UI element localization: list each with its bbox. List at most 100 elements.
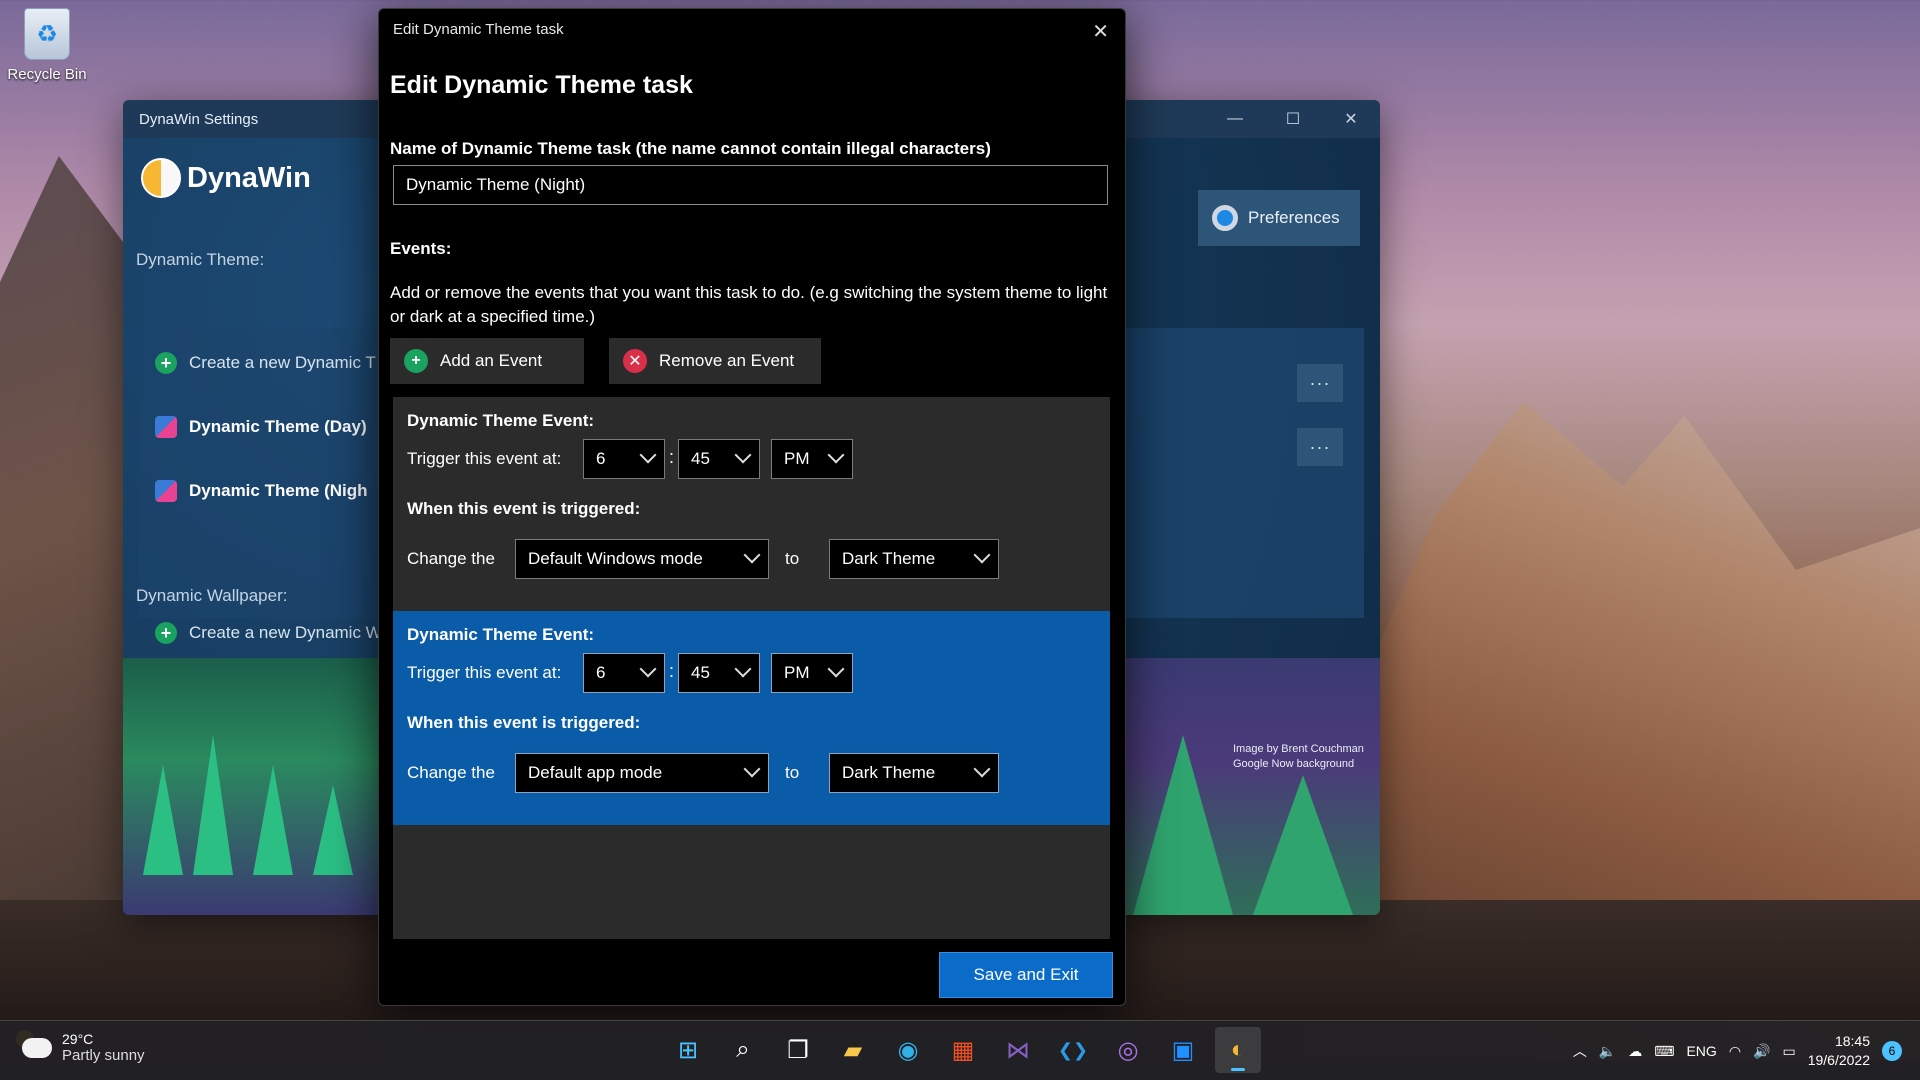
notification-badge[interactable]: 6 — [1882, 1041, 1902, 1061]
recycle-bin[interactable]: ♻ Recycle Bin — [6, 8, 88, 83]
taskbar-apps: ⊞ ⌕ ❐ ▰ ◉ ▦ ⋈ ❮❯ ◎ ▣ ◐ — [665, 1027, 1261, 1073]
plus-icon: + — [155, 622, 177, 644]
trigger-label: Trigger this event at: — [407, 663, 562, 682]
change-label: Change the — [407, 763, 495, 782]
preferences-label: Preferences — [1248, 208, 1340, 227]
more-options-button-day[interactable]: ··· — [1297, 364, 1343, 402]
to-label: to — [785, 549, 800, 568]
task-name-input[interactable] — [393, 165, 1108, 205]
chevron-down-icon — [639, 446, 657, 464]
dialog-titlebar: Edit Dynamic Theme task — [379, 9, 1125, 49]
to-label: to — [785, 763, 800, 782]
preferences-button[interactable]: Preferences — [1198, 190, 1360, 246]
clock-date: 19/6/2022 — [1807, 1052, 1870, 1068]
theme-item-night[interactable]: Dynamic Theme (Nigh — [155, 480, 368, 502]
chevron-down-icon — [973, 760, 991, 778]
event-item[interactable]: Dynamic Theme Event: Trigger this event … — [393, 397, 1110, 611]
clock-time: 18:45 — [1834, 1033, 1870, 1049]
events-list: Dynamic Theme Event: Trigger this event … — [393, 397, 1110, 939]
tree-shape — [313, 785, 353, 875]
github-icon[interactable]: ◎ — [1105, 1027, 1151, 1073]
search-icon[interactable]: ⌕ — [720, 1027, 766, 1073]
wallpaper-preview-right — [1123, 658, 1380, 915]
store-icon[interactable]: ▦ — [940, 1027, 986, 1073]
add-event-button[interactable]: + Add an Event — [390, 338, 584, 384]
keyboard-icon[interactable]: ⌨ — [1654, 1043, 1674, 1060]
maximize-button[interactable]: ☐ — [1264, 100, 1322, 138]
dynamic-wallpaper-label: Dynamic Wallpaper: — [136, 586, 288, 605]
more-options-button-night[interactable]: ··· — [1297, 428, 1343, 466]
remove-event-button[interactable]: ✕ Remove an Event — [609, 338, 821, 384]
event-title: Dynamic Theme Event: — [407, 625, 595, 644]
tree-shape — [1133, 735, 1233, 915]
mode-select[interactable]: Default app mode — [515, 753, 769, 793]
change-label: Change the — [407, 549, 495, 568]
minute-value: 45 — [691, 663, 710, 682]
hour-value: 6 — [596, 663, 606, 682]
save-and-exit-button[interactable]: Save and Exit — [939, 952, 1113, 998]
events-label: Events: — [390, 239, 452, 258]
chevron-up-icon[interactable]: ︿ — [1573, 1041, 1587, 1061]
dialog-window-title: Edit Dynamic Theme task — [393, 20, 564, 38]
app-icon[interactable]: ▣ — [1160, 1027, 1206, 1073]
vscode-icon[interactable]: ❮❯ — [1050, 1027, 1096, 1073]
minute-select[interactable]: 45 — [678, 439, 760, 479]
battery-icon[interactable]: ▭ — [1782, 1043, 1795, 1060]
theme-item-label: Dynamic Theme (Nigh — [189, 481, 368, 500]
hour-value: 6 — [596, 449, 606, 468]
tree-shape — [253, 765, 293, 875]
file-explorer-icon[interactable]: ▰ — [830, 1027, 876, 1073]
weather-temperature: 29°C — [62, 1031, 94, 1047]
theme-icon — [155, 416, 177, 438]
event-item-selected[interactable]: Dynamic Theme Event: Trigger this event … — [393, 611, 1110, 825]
hour-select[interactable]: 6 — [583, 653, 665, 693]
when-triggered-label: When this event is triggered: — [407, 713, 641, 732]
theme-select[interactable]: Dark Theme — [829, 539, 999, 579]
language-indicator[interactable]: ENG — [1686, 1043, 1716, 1059]
task-view-icon[interactable]: ❐ — [775, 1027, 821, 1073]
volume-icon[interactable]: 🔊 — [1753, 1043, 1770, 1060]
tree-shape — [143, 765, 183, 875]
theme-icon — [155, 480, 177, 502]
theme-item-day[interactable]: Dynamic Theme (Day) — [155, 416, 367, 438]
weather-widget[interactable]: 29°C Partly sunny — [16, 1029, 145, 1064]
ampm-value: PM — [784, 449, 810, 468]
recycle-bin-icon: ♻ — [24, 8, 70, 60]
ampm-select[interactable]: PM — [771, 653, 853, 693]
image-credit-line1: Image by Brent Couchman — [1233, 743, 1364, 755]
mode-select[interactable]: Default Windows mode — [515, 539, 769, 579]
image-credit: Image by Brent Couchman Google Now backg… — [1233, 742, 1364, 772]
dynawin-logo-icon — [141, 158, 181, 198]
speaker-icon[interactable]: 🔈 — [1599, 1043, 1616, 1060]
chevron-down-icon — [639, 660, 657, 678]
dynawin-icon[interactable]: ◐ — [1215, 1027, 1261, 1073]
close-icon[interactable]: ✕ — [1092, 19, 1109, 44]
main-window-title: DynaWin Settings — [139, 110, 259, 128]
wifi-icon[interactable]: ◠ — [1729, 1043, 1741, 1060]
recycle-bin-label: Recycle Bin — [7, 66, 87, 83]
theme-value: Dark Theme — [842, 549, 936, 568]
clock[interactable]: 18:45 19/6/2022 — [1808, 1032, 1870, 1070]
create-dynamic-theme-label: Create a new Dynamic T — [189, 353, 376, 372]
close-button[interactable]: ✕ — [1322, 100, 1380, 138]
when-triggered-label: When this event is triggered: — [407, 499, 641, 518]
minimize-button[interactable]: — — [1206, 100, 1264, 138]
hour-select[interactable]: 6 — [583, 439, 665, 479]
cloud-icon[interactable]: ☁ — [1628, 1043, 1642, 1060]
remove-icon: ✕ — [623, 349, 647, 373]
ampm-select[interactable]: PM — [771, 439, 853, 479]
theme-item-label: Dynamic Theme (Day) — [189, 417, 367, 436]
theme-select[interactable]: Dark Theme — [829, 753, 999, 793]
minute-select[interactable]: 45 — [678, 653, 760, 693]
chevron-down-icon — [827, 446, 845, 464]
visual-studio-icon[interactable]: ⋈ — [995, 1027, 1041, 1073]
start-icon[interactable]: ⊞ — [665, 1027, 711, 1073]
task-name-label: Name of Dynamic Theme task (the name can… — [390, 139, 991, 158]
create-dynamic-theme-item[interactable]: + Create a new Dynamic T — [155, 352, 376, 374]
mode-value: Default app mode — [528, 763, 663, 782]
create-dynamic-wallpaper-item[interactable]: + Create a new Dynamic W — [155, 622, 382, 644]
plus-icon: + — [155, 352, 177, 374]
add-event-label: Add an Event — [440, 351, 543, 370]
edge-icon[interactable]: ◉ — [885, 1027, 931, 1073]
events-description: Add or remove the events that you want t… — [390, 283, 1108, 326]
